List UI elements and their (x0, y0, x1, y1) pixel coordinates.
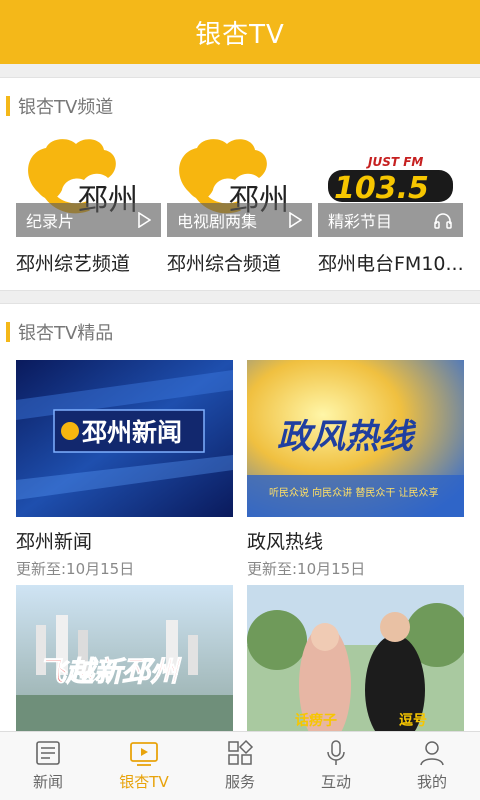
section-title-text: 银杏TV频道 (18, 97, 114, 118)
tv-icon (130, 742, 158, 766)
channel-thumbnail: JUST FM 103.5 精彩节目 (318, 132, 463, 237)
bottom-nav: 新闻 银杏TV 服务 互动 我的 (0, 731, 480, 800)
channel-card-zongyi[interactable]: 邳州 纪录片 邳州综艺频道 (16, 132, 161, 276)
program-update: 更新至:10月15日 (16, 560, 135, 578)
svg-text:逗号: 逗号 (399, 713, 427, 729)
page-title: 银杏TV (195, 19, 285, 50)
nav-item-news[interactable]: 新闻 (0, 732, 96, 800)
newspaper-icon (36, 741, 60, 765)
app-header: 银杏TV (0, 0, 480, 64)
channel-tag-overlay: 纪录片 (16, 203, 161, 237)
section-marker (6, 322, 10, 342)
nav-label: 银杏TV (119, 773, 169, 791)
section-title-text: 银杏TV精品 (18, 323, 114, 344)
nav-label: 互动 (320, 773, 351, 791)
nav-label: 服务 (224, 773, 255, 791)
program-title: 政风热线 (247, 531, 324, 553)
program-thumbnail: 邳州新闻 (16, 360, 233, 517)
program-update: 更新至:10月15日 (247, 560, 366, 578)
divider (0, 64, 480, 78)
program-card-feiyue[interactable]: 飞越新邳州 (16, 585, 233, 742)
play-icon (138, 212, 151, 228)
nav-item-yinxing-tv[interactable]: 银杏TV (96, 732, 192, 800)
program-thumbnail: 政风热线 听民众说 向民众讲 替民众干 让民众享 (247, 360, 464, 517)
nav-label: 新闻 (32, 773, 63, 791)
program-thumbnail: 飞越新邳州 (16, 585, 233, 742)
channel-tag-overlay: 精彩节目 (318, 203, 463, 237)
channel-tag: 纪录片 (26, 212, 75, 231)
headphones-icon (434, 213, 452, 229)
channels-section-title: 银杏TV频道 (6, 92, 113, 120)
program-card-hualaozi[interactable]: 话痨子 逗号 (247, 585, 464, 742)
channel-tag-overlay: 电视剧两集 (167, 203, 312, 237)
nav-item-mine[interactable]: 我的 (384, 732, 480, 800)
grid-icon (228, 739, 254, 765)
user-icon (420, 741, 444, 766)
channel-tag: 电视剧两集 (177, 212, 258, 231)
svg-text:103.5: 103.5 (334, 171, 429, 206)
channel-tag: 精彩节目 (328, 212, 393, 231)
channel-thumbnail: 邳州 电视剧两集 (167, 132, 312, 237)
channel-card-zonghe[interactable]: 邳州 电视剧两集 邳州综合频道 (167, 132, 312, 276)
svg-text:JUST FM: JUST FM (366, 155, 423, 169)
svg-text:邳州新闻: 邳州新闻 (81, 418, 182, 447)
svg-text:飞越新邳州: 飞越新邳州 (38, 655, 182, 688)
nav-label: 我的 (416, 773, 447, 791)
program-thumbnail: 话痨子 逗号 (247, 585, 464, 742)
channel-thumbnail: 邳州 纪录片 (16, 132, 161, 237)
channel-card-fm[interactable]: JUST FM 103.5 精彩节目 邳州电台FM10... (318, 132, 463, 276)
svg-text:听民众说 向民众讲 替民众干 让民众享: 听民众说 向民众讲 替民众干 让民众享 (269, 486, 439, 499)
nav-item-services[interactable]: 服务 (192, 732, 288, 800)
nav-item-interact[interactable]: 互动 (288, 732, 384, 800)
program-card-pizhou-news[interactable]: 邳州新闻 邳州新闻 更新至:10月15日 (16, 360, 233, 579)
programs-section-title: 银杏TV精品 (6, 318, 113, 346)
channel-name: 邳州综艺频道 (16, 253, 131, 275)
svg-text:政风热线: 政风热线 (277, 417, 417, 457)
channel-name: 邳州综合频道 (167, 253, 282, 275)
channel-name: 邳州电台FM10... (318, 253, 463, 275)
section-marker (6, 96, 10, 116)
svg-text:话痨子: 话痨子 (295, 712, 337, 729)
divider (0, 290, 480, 304)
program-card-zhengfeng-hotline[interactable]: 政风热线 听民众说 向民众讲 替民众干 让民众享 政风热线 更新至:10月15日 (247, 360, 464, 579)
microphone-icon (327, 740, 345, 765)
program-title: 邳州新闻 (16, 531, 93, 553)
play-icon (289, 212, 302, 228)
